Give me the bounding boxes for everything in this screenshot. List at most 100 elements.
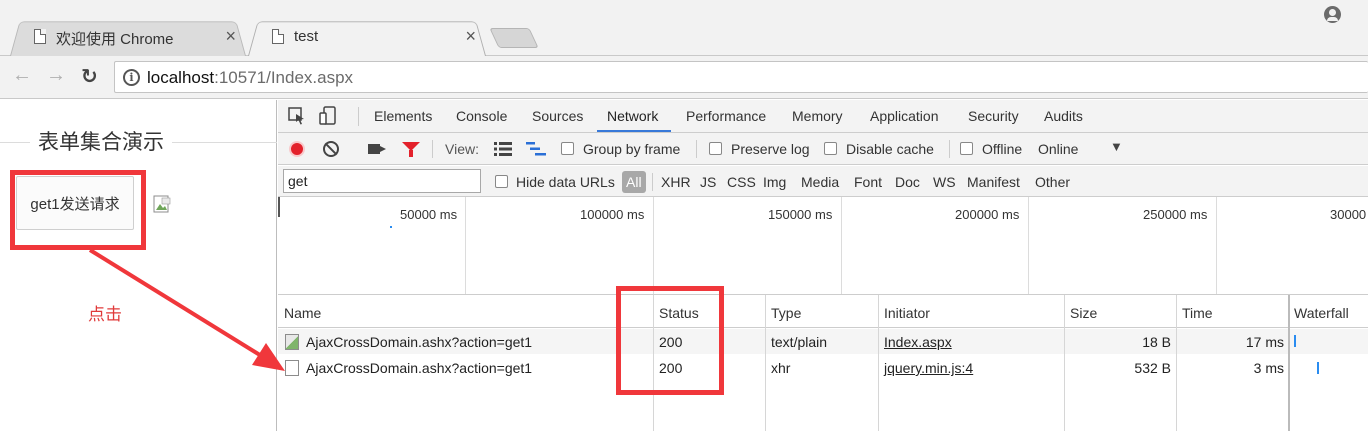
tab-console[interactable]: Console xyxy=(456,108,507,124)
selected-tab-indicator xyxy=(597,130,671,132)
group-by-frame-label: Group by frame xyxy=(583,141,681,157)
close-icon[interactable]: × xyxy=(225,26,236,47)
annotation-highlight-button xyxy=(10,170,146,250)
forward-arrow-icon[interactable]: → xyxy=(46,64,66,87)
type-filter-manifest[interactable]: Manifest xyxy=(967,174,1020,190)
filter-icon[interactable] xyxy=(402,142,420,157)
column-header-type[interactable]: Type xyxy=(771,305,801,321)
column-header-waterfall[interactable]: Waterfall xyxy=(1294,305,1349,321)
broken-image-icon xyxy=(153,195,171,213)
waterfall-bar xyxy=(1317,362,1319,374)
disable-cache-label: Disable cache xyxy=(846,141,934,157)
capture-screenshots-icon[interactable] xyxy=(368,144,386,154)
view-label: View: xyxy=(445,141,479,157)
timeline-tick-label: 200000 ms xyxy=(955,207,1020,222)
request-name: AjaxCrossDomain.ashx?action=get1 xyxy=(306,360,533,376)
type-filter-img[interactable]: Img xyxy=(763,174,786,190)
new-tab-button[interactable] xyxy=(489,28,539,48)
toolbar-separator xyxy=(432,140,433,158)
column-header-size[interactable]: Size xyxy=(1070,305,1097,321)
tab-audits[interactable]: Audits xyxy=(1044,108,1083,124)
timeline-gridline xyxy=(1028,197,1029,294)
type-filter-ws[interactable]: WS xyxy=(933,174,956,190)
reload-icon[interactable]: ↻ xyxy=(81,64,98,89)
preserve-log-label: Preserve log xyxy=(731,141,810,157)
address-bar[interactable]: i localhost:10571/Index.aspx xyxy=(114,61,1368,93)
column-divider[interactable] xyxy=(1176,295,1177,431)
column-divider[interactable] xyxy=(765,295,766,431)
large-rows-icon[interactable] xyxy=(494,142,512,156)
type-filter-all[interactable]: All xyxy=(622,171,646,193)
type-filter-xhr[interactable]: XHR xyxy=(661,174,691,190)
tab-sources[interactable]: Sources xyxy=(532,108,583,124)
tab-welcome-chrome[interactable]: 欢迎使用 Chrome × xyxy=(10,18,246,56)
offline-checkbox[interactable] xyxy=(960,142,973,155)
timeline-tick-label: 250000 ms xyxy=(1143,207,1208,222)
type-filter-font[interactable]: Font xyxy=(854,174,882,190)
type-filter-css[interactable]: CSS xyxy=(727,174,756,190)
page-icon xyxy=(34,29,46,44)
group-by-frame-checkbox[interactable] xyxy=(561,142,574,155)
column-header-initiator[interactable]: Initiator xyxy=(884,305,930,321)
type-filter-media[interactable]: Media xyxy=(801,174,839,190)
request-initiator-link[interactable]: Index.aspx xyxy=(884,334,952,350)
tab-title: test xyxy=(294,28,319,45)
device-toolbar-icon[interactable] xyxy=(319,106,337,126)
network-overview-timeline[interactable]: 50000 ms 100000 ms 150000 ms 200000 ms 2… xyxy=(278,197,1368,295)
request-type: text/plain xyxy=(771,334,828,350)
network-filter-bar: Hide data URLs All XHR JS CSS Img Media … xyxy=(278,166,1368,197)
timeline-gridline xyxy=(465,197,466,294)
table-row[interactable]: AjaxCrossDomain.ashx?action=get1 200 tex… xyxy=(278,329,1368,354)
timeline-request-marker xyxy=(390,226,392,228)
waterfall-bar xyxy=(1294,335,1296,347)
back-arrow-icon[interactable]: ← xyxy=(12,64,32,87)
tab-application[interactable]: Application xyxy=(870,108,939,124)
column-divider[interactable] xyxy=(878,295,879,431)
request-size: 532 B xyxy=(1134,360,1171,376)
chevron-down-icon[interactable]: ▼ xyxy=(1110,139,1123,154)
column-header-time[interactable]: Time xyxy=(1182,305,1213,321)
record-icon[interactable] xyxy=(289,141,305,157)
type-filter-doc[interactable]: Doc xyxy=(895,174,920,190)
request-initiator-link[interactable]: jquery.min.js:4 xyxy=(884,360,973,376)
inspect-element-icon[interactable] xyxy=(288,107,306,125)
clear-icon[interactable] xyxy=(323,141,339,157)
request-size: 18 B xyxy=(1142,334,1171,350)
close-icon[interactable]: × xyxy=(465,26,476,47)
request-type: xhr xyxy=(771,360,791,376)
timeline-cursor xyxy=(278,197,280,217)
info-icon[interactable]: i xyxy=(123,69,140,86)
browser-toolbar: ← → ↻ i localhost:10571/Index.aspx xyxy=(0,56,1368,99)
type-filter-js[interactable]: JS xyxy=(700,174,716,190)
profile-icon[interactable] xyxy=(1324,6,1341,23)
devtools-panel: Elements Console Sources Network Perform… xyxy=(278,100,1368,431)
table-row[interactable]: AjaxCrossDomain.ashx?action=get1 200 xhr… xyxy=(278,355,1368,380)
request-time: 3 ms xyxy=(1253,360,1284,376)
filter-input[interactable] xyxy=(283,169,481,193)
timeline-gridline xyxy=(1216,197,1217,294)
fieldset-legend: 表单集合演示 xyxy=(30,126,172,156)
tab-memory[interactable]: Memory xyxy=(792,108,843,124)
type-filter-other[interactable]: Other xyxy=(1035,174,1070,190)
devtools-tab-bar: Elements Console Sources Network Perform… xyxy=(278,100,1368,133)
tab-elements[interactable]: Elements xyxy=(374,108,432,124)
column-divider[interactable] xyxy=(1064,295,1065,431)
network-requests-table: Name Status Type Initiator Size Time Wat… xyxy=(278,295,1368,431)
request-name: AjaxCrossDomain.ashx?action=get1 xyxy=(306,334,533,350)
tab-security[interactable]: Security xyxy=(968,108,1019,124)
disable-cache-checkbox[interactable] xyxy=(824,142,837,155)
timeline-gridline xyxy=(841,197,842,294)
throttling-select[interactable]: Online xyxy=(1038,141,1078,157)
timeline-tick-label: 30000 xyxy=(1330,207,1367,222)
tab-performance[interactable]: Performance xyxy=(686,108,766,124)
preserve-log-checkbox[interactable] xyxy=(709,142,722,155)
tab-title: 欢迎使用 Chrome xyxy=(56,31,174,48)
toolbar-separator xyxy=(358,107,359,126)
column-divider[interactable] xyxy=(1288,295,1290,431)
tab-network[interactable]: Network xyxy=(607,108,658,124)
timeline-tick-label: 50000 ms xyxy=(400,207,458,222)
hide-data-urls-label: Hide data URLs xyxy=(516,174,615,190)
tab-test[interactable]: test × xyxy=(248,18,486,56)
hide-data-urls-checkbox[interactable] xyxy=(495,175,508,188)
overview-waterfall-icon[interactable] xyxy=(526,142,546,156)
